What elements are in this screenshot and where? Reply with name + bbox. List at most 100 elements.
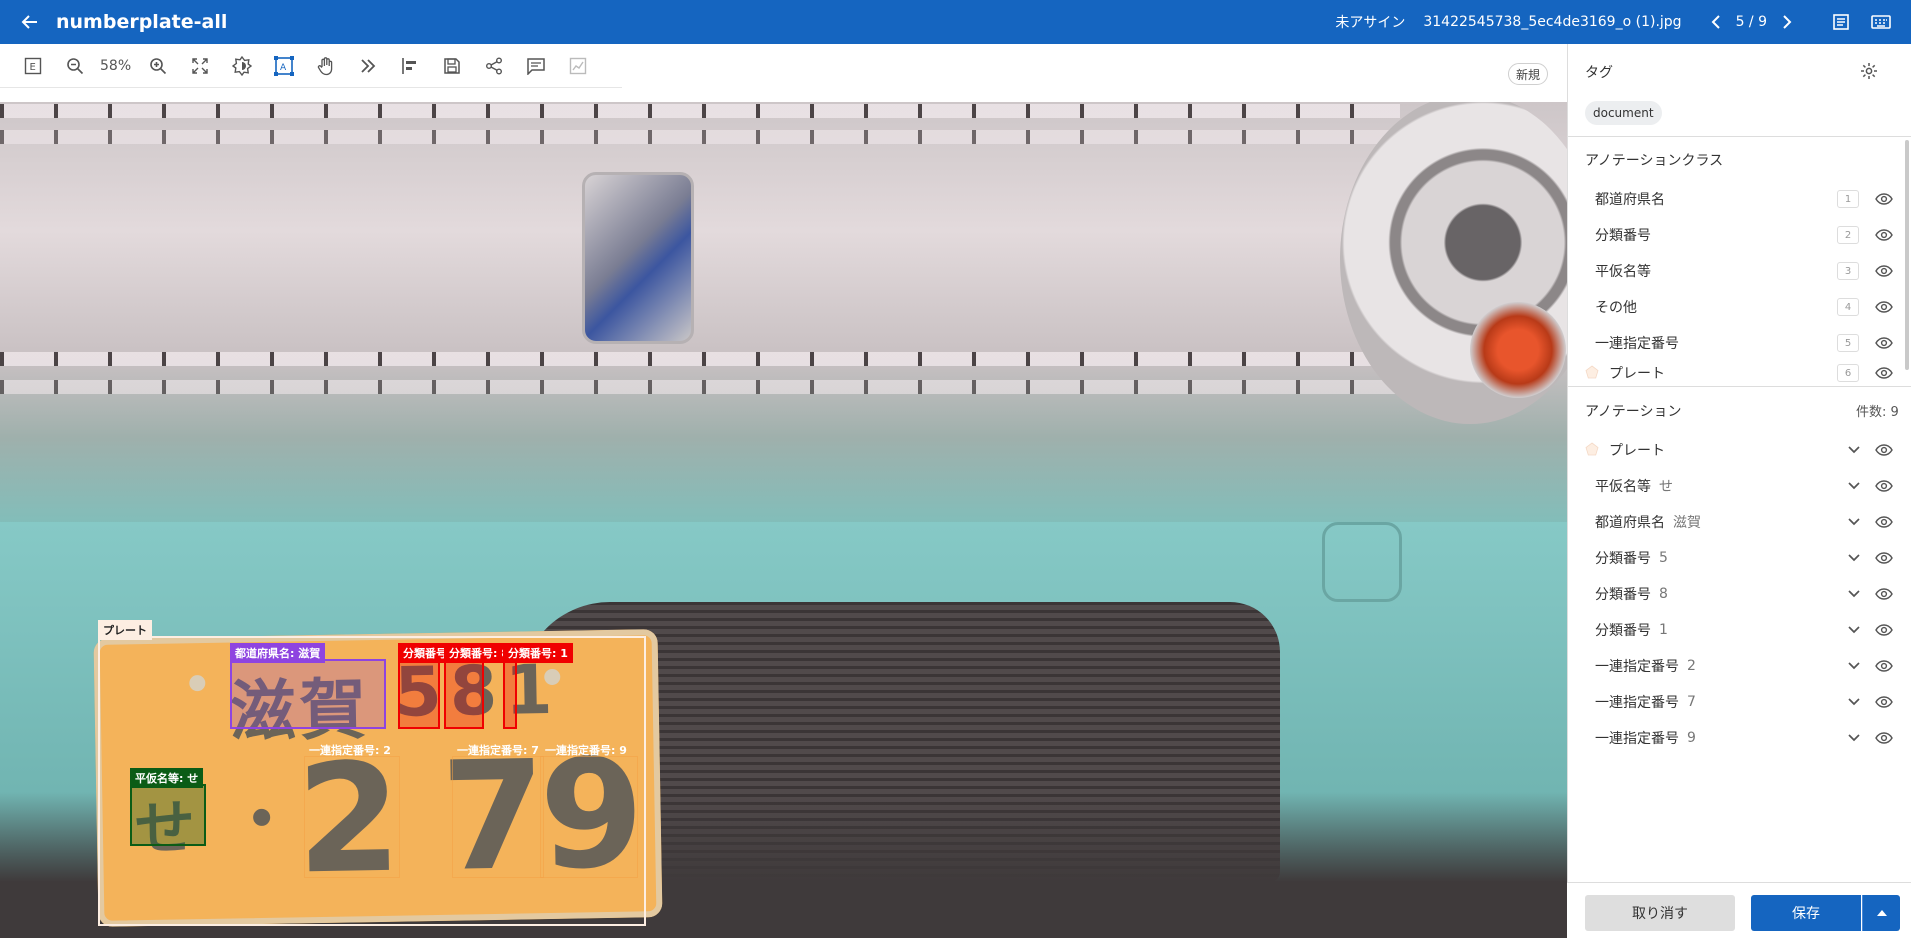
eye-icon[interactable] [1873,260,1895,282]
zoom-out-icon[interactable] [62,53,88,79]
annotation-row[interactable]: 分類番号 5 [1585,540,1895,576]
brightness-icon[interactable] [229,53,255,79]
annotation-box-class-1[interactable] [503,659,517,729]
class-hotkey: 5 [1837,334,1859,352]
class-row[interactable]: その他 4 [1585,289,1895,325]
bounding-box-tool-icon[interactable]: A [271,53,297,79]
eye-icon[interactable] [1873,655,1895,677]
assign-status[interactable]: 未アサイン [1335,12,1405,32]
annotation-label-serial-2: 一連指定番号: 2 [309,744,391,757]
sensor-photo [1322,522,1402,602]
annotation-value: 1 [1659,622,1668,638]
class-row[interactable]: 分類番号 2 [1585,217,1895,253]
annotation-row[interactable]: 分類番号 8 [1585,576,1895,612]
double-chevron-right-icon[interactable] [355,53,381,79]
shortcut-e-icon[interactable]: E [20,53,46,79]
chevron-down-icon[interactable] [1843,691,1865,713]
prev-page-icon[interactable] [1704,10,1728,34]
class-list-scrollbar[interactable] [1905,140,1909,370]
eye-icon[interactable] [1873,511,1895,533]
annotation-label-plate: プレート [98,620,152,640]
cancel-button[interactable]: 取り消す [1585,895,1735,931]
annotation-label-kana: 平仮名等: せ [130,768,204,788]
class-color-swatch [1585,226,1595,245]
pager-indicator: 5 / 9 [1735,14,1767,30]
eye-icon[interactable] [1873,691,1895,713]
eye-icon[interactable] [1873,362,1895,384]
chevron-down-icon[interactable] [1843,727,1865,749]
chevron-down-icon[interactable] [1843,619,1865,641]
keyboard-icon[interactable] [1869,10,1893,34]
class-label: プレート [1609,366,1665,382]
annotation-box-prefecture[interactable] [230,659,386,729]
annotation-label-class-1: 分類番号: 1 [503,643,573,663]
image-canvas[interactable]: 滋賀 581 せ ・ 2 79 プレート 都道府県名: 滋賀 分類番号: 5 分… [0,102,1567,938]
chevron-down-icon[interactable] [1843,475,1865,497]
next-page-icon[interactable] [1775,10,1799,34]
eye-icon[interactable] [1873,332,1895,354]
comment-icon[interactable] [523,53,549,79]
annotation-row[interactable]: 一連指定番号 7 [1585,684,1895,720]
class-color-swatch [1585,298,1595,317]
eye-icon[interactable] [1873,188,1895,210]
eye-icon[interactable] [1873,583,1895,605]
fit-screen-icon[interactable] [187,53,213,79]
annotation-color-swatch [1585,621,1595,640]
annotation-box-class-5[interactable] [398,659,440,729]
project-title: numberplate-all [56,11,228,33]
annotation-count: 件数: 9 [1856,405,1899,420]
annotation-box-class-8[interactable] [444,659,484,729]
annotation-row[interactable]: 都道府県名 滋賀 [1585,504,1895,540]
back-arrow-icon[interactable] [20,12,40,32]
save-disk-icon[interactable] [439,53,465,79]
annotation-label-prefecture: 都道府県名: 滋賀 [230,643,326,663]
annotation-row[interactable]: プレート [1585,432,1895,468]
class-label: 平仮名等 [1595,264,1651,280]
annotation-row[interactable]: 一連指定番号 2 [1585,648,1895,684]
grille-slat [0,104,1400,118]
chart-icon[interactable] [565,53,591,79]
chevron-down-icon[interactable] [1843,511,1865,533]
chevron-down-icon[interactable] [1843,655,1865,677]
classes-section-title: アノテーションクラス [1585,153,1724,169]
eye-icon[interactable] [1873,224,1895,246]
eye-icon[interactable] [1873,439,1895,461]
eye-icon[interactable] [1873,619,1895,641]
chevron-down-icon[interactable] [1843,583,1865,605]
hand-pan-icon[interactable] [313,53,339,79]
new-badge[interactable]: 新規 [1508,63,1549,85]
annotation-box-serial-9[interactable] [540,756,638,878]
annotation-color-swatch [1585,477,1595,496]
eye-icon[interactable] [1873,547,1895,569]
share-icon[interactable] [481,53,507,79]
annotation-box-kana[interactable] [130,784,206,846]
annotation-color-swatch [1585,585,1595,604]
annotation-row[interactable]: 分類番号 1 [1585,612,1895,648]
annotation-box-serial-2[interactable] [304,756,400,878]
chevron-down-icon[interactable] [1843,547,1865,569]
eye-icon[interactable] [1873,296,1895,318]
eye-icon[interactable] [1873,475,1895,497]
class-row[interactable]: 一連指定番号 5 [1585,325,1895,361]
gear-icon[interactable] [1860,62,1880,82]
class-color-swatch [1585,364,1609,383]
save-dropdown-button[interactable] [1862,895,1900,931]
class-row[interactable]: 平仮名等 3 [1585,253,1895,289]
class-row[interactable]: 都道府県名 1 [1585,181,1895,217]
annotation-label: 分類番号 [1595,551,1651,567]
document-list-icon[interactable] [1829,10,1853,34]
annotation-box-serial-7[interactable] [452,756,544,878]
save-button[interactable]: 保存 [1751,895,1861,931]
annotation-label-serial-9: 一連指定番号: 9 [545,744,627,757]
tag-chip-document[interactable]: document [1585,101,1662,125]
annotation-color-swatch [1585,729,1595,748]
align-left-icon[interactable] [397,53,423,79]
chevron-down-icon[interactable] [1843,439,1865,461]
annotation-row[interactable]: 平仮名等せ [1585,468,1895,504]
eye-icon[interactable] [1873,727,1895,749]
class-row[interactable]: プレート 6 [1585,361,1895,385]
annotation-row[interactable]: 一連指定番号 9 [1585,720,1895,756]
class-hotkey: 1 [1837,190,1859,208]
toolbar: E 58% A [0,44,622,88]
zoom-in-icon[interactable] [145,53,171,79]
